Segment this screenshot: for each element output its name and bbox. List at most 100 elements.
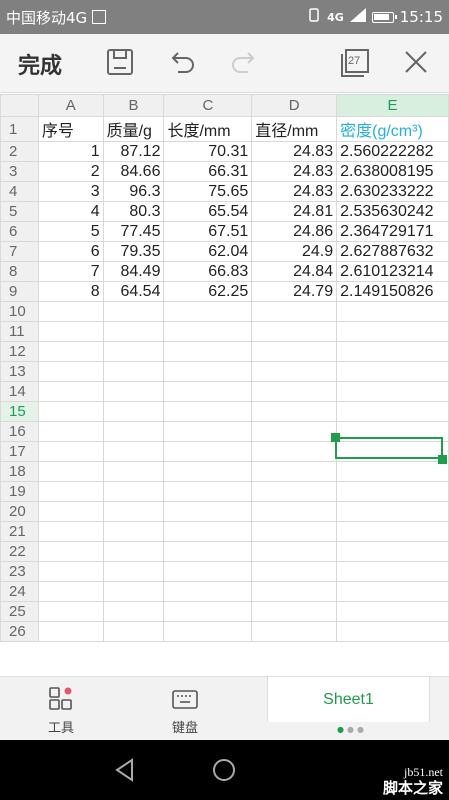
data-cell[interactable]: 24.79	[251, 281, 338, 302]
empty-cell[interactable]	[37, 581, 104, 602]
row-header[interactable]: 26	[0, 621, 39, 642]
empty-cell[interactable]	[251, 441, 338, 462]
data-cell[interactable]: 2.364729171	[336, 221, 449, 242]
done-button[interactable]: 完成	[18, 48, 62, 80]
empty-cell[interactable]	[102, 561, 165, 582]
empty-cell[interactable]	[336, 401, 449, 422]
row-header[interactable]: 8	[0, 261, 39, 282]
row-header[interactable]: 22	[0, 541, 39, 562]
data-cell[interactable]: 64.54	[102, 281, 165, 302]
keyboard-button[interactable]: 键盘	[150, 685, 220, 736]
empty-cell[interactable]	[251, 461, 338, 482]
row-header[interactable]: 23	[0, 561, 39, 582]
row-header[interactable]: 5	[0, 201, 39, 222]
row-header[interactable]: 21	[0, 521, 39, 542]
empty-cell[interactable]	[102, 321, 165, 342]
empty-cell[interactable]	[37, 601, 104, 622]
empty-cell[interactable]	[163, 321, 253, 342]
empty-cell[interactable]	[37, 421, 104, 442]
empty-cell[interactable]	[102, 341, 165, 362]
row-header[interactable]: 3	[0, 161, 39, 182]
data-cell[interactable]: 96.3	[102, 181, 165, 202]
data-cell[interactable]: 2.610123214	[336, 261, 449, 282]
data-cell[interactable]: 87.12	[102, 141, 165, 162]
empty-cell[interactable]	[102, 361, 165, 382]
empty-cell[interactable]	[336, 501, 449, 522]
empty-cell[interactable]	[37, 441, 104, 462]
header-cell[interactable]: 序号	[37, 116, 104, 142]
row-header[interactable]: 10	[0, 301, 39, 322]
row-header[interactable]: 7	[0, 241, 39, 262]
header-cell[interactable]: 质量/g	[102, 116, 165, 142]
empty-cell[interactable]	[163, 501, 253, 522]
row-header[interactable]: 12	[0, 341, 39, 362]
empty-cell[interactable]	[37, 361, 104, 382]
tools-button[interactable]: 工具	[26, 685, 96, 736]
selection-end-handle[interactable]	[438, 455, 447, 464]
data-cell[interactable]: 2	[37, 161, 104, 182]
data-cell[interactable]: 77.45	[102, 221, 165, 242]
empty-cell[interactable]	[163, 361, 253, 382]
empty-cell[interactable]	[336, 561, 449, 582]
empty-cell[interactable]	[102, 581, 165, 602]
empty-cell[interactable]	[37, 481, 104, 502]
header-cell[interactable]: 长度/mm	[163, 116, 253, 142]
data-cell[interactable]: 6	[37, 241, 104, 262]
back-icon[interactable]	[112, 757, 138, 787]
empty-cell[interactable]	[37, 561, 104, 582]
empty-cell[interactable]	[37, 521, 104, 542]
empty-cell[interactable]	[37, 321, 104, 342]
empty-cell[interactable]	[102, 401, 165, 422]
corner-cell[interactable]	[0, 94, 39, 117]
row-header[interactable]: 4	[0, 181, 39, 202]
empty-cell[interactable]	[163, 601, 253, 622]
data-cell[interactable]: 65.54	[163, 201, 253, 222]
empty-cell[interactable]	[163, 621, 253, 642]
empty-cell[interactable]	[37, 621, 104, 642]
empty-cell[interactable]	[37, 301, 104, 322]
row-header[interactable]: 16	[0, 421, 39, 442]
row-header[interactable]: 24	[0, 581, 39, 602]
empty-cell[interactable]	[336, 461, 449, 482]
empty-cell[interactable]	[102, 481, 165, 502]
empty-cell[interactable]	[251, 421, 338, 442]
empty-cell[interactable]	[163, 541, 253, 562]
empty-cell[interactable]	[102, 301, 165, 322]
data-cell[interactable]: 3	[37, 181, 104, 202]
empty-cell[interactable]	[336, 581, 449, 602]
empty-cell[interactable]	[336, 321, 449, 342]
data-cell[interactable]: 24.9	[251, 241, 338, 262]
empty-cell[interactable]	[251, 301, 338, 322]
data-cell[interactable]: 67.51	[163, 221, 253, 242]
cell-selection-E15[interactable]	[335, 437, 443, 459]
empty-cell[interactable]	[102, 621, 165, 642]
row-header[interactable]: 2	[0, 141, 39, 162]
data-cell[interactable]: 84.66	[102, 161, 165, 182]
empty-cell[interactable]	[336, 381, 449, 402]
empty-cell[interactable]	[336, 541, 449, 562]
empty-cell[interactable]	[102, 521, 165, 542]
save-icon[interactable]	[104, 46, 136, 78]
data-cell[interactable]: 24.81	[251, 201, 338, 222]
empty-cell[interactable]	[102, 541, 165, 562]
empty-cell[interactable]	[251, 501, 338, 522]
row-header[interactable]: 20	[0, 501, 39, 522]
column-header-a[interactable]: A	[37, 94, 104, 117]
data-cell[interactable]: 80.3	[102, 201, 165, 222]
empty-cell[interactable]	[102, 441, 165, 462]
data-cell[interactable]: 24.83	[251, 141, 338, 162]
empty-cell[interactable]	[37, 341, 104, 362]
data-cell[interactable]: 24.83	[251, 161, 338, 182]
empty-cell[interactable]	[37, 381, 104, 402]
header-cell[interactable]: 密度(g/cm³)	[336, 116, 449, 142]
row-header[interactable]: 18	[0, 461, 39, 482]
data-cell[interactable]: 2.149150826	[336, 281, 449, 302]
row-header[interactable]: 14	[0, 381, 39, 402]
row-header[interactable]: 6	[0, 221, 39, 242]
empty-cell[interactable]	[336, 361, 449, 382]
undo-icon[interactable]	[166, 46, 198, 78]
empty-cell[interactable]	[251, 321, 338, 342]
column-header-b[interactable]: B	[102, 94, 165, 117]
empty-cell[interactable]	[163, 441, 253, 462]
data-cell[interactable]: 62.04	[163, 241, 253, 262]
